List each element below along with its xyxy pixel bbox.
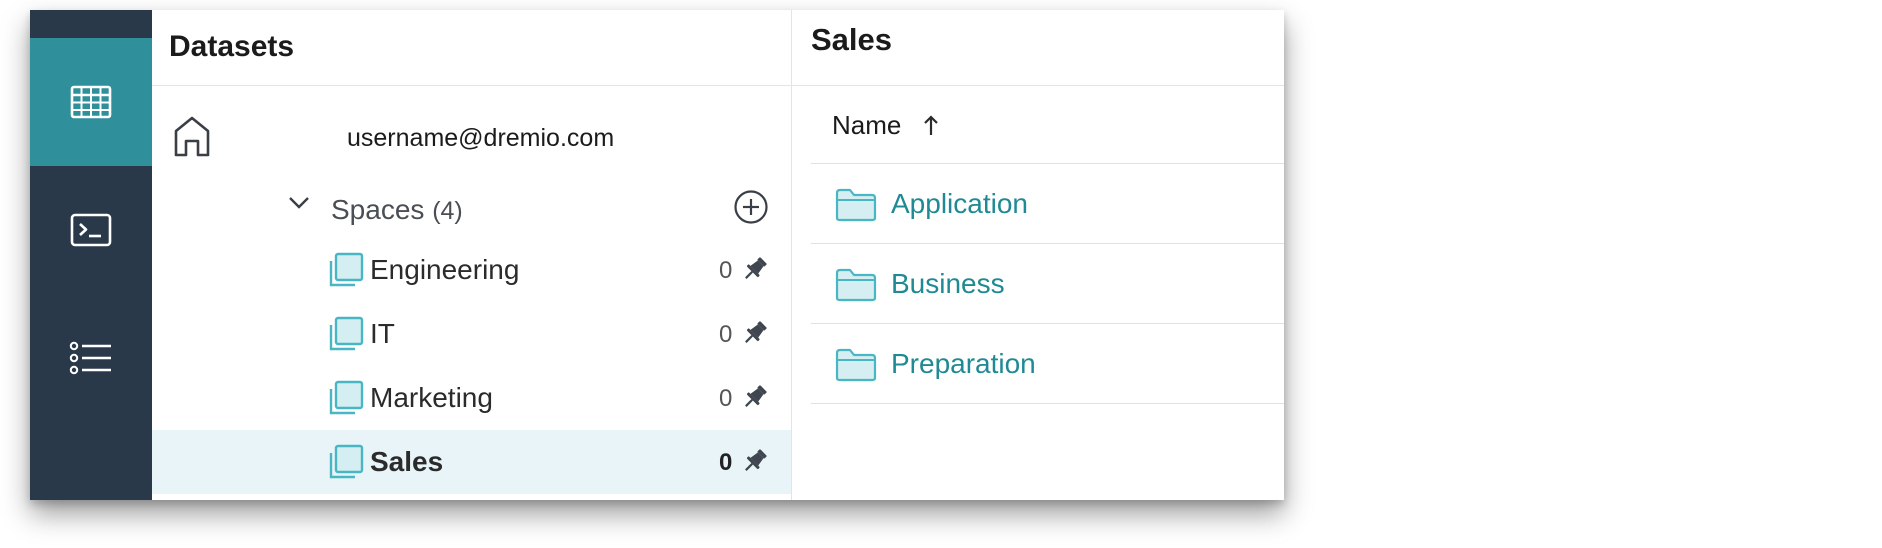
space-count: 0 bbox=[719, 257, 733, 284]
space-name: Sales bbox=[370, 446, 444, 477]
table-row[interactable]: Preparation bbox=[811, 324, 1284, 404]
spaces-count: (4) bbox=[432, 197, 463, 225]
folder-icon bbox=[835, 268, 877, 302]
panel-title: Datasets bbox=[152, 10, 791, 86]
terminal-icon bbox=[70, 213, 112, 247]
space-icon bbox=[329, 252, 364, 287]
table-row[interactable]: Business bbox=[811, 244, 1284, 324]
space-item[interactable]: IT 0 bbox=[152, 302, 791, 366]
home-space-item[interactable]: username@dremio.com bbox=[152, 110, 791, 166]
list-icon bbox=[69, 341, 111, 375]
folder-link[interactable]: Application bbox=[891, 188, 1028, 220]
app-window: Datasets username@dremio.com Spaces (4) … bbox=[30, 10, 1284, 500]
table-grid-icon bbox=[70, 85, 112, 119]
column-header-label: Name bbox=[832, 110, 902, 140]
space-item[interactable]: Marketing 0 bbox=[152, 366, 791, 430]
add-space-icon[interactable] bbox=[733, 189, 769, 225]
nav-rail bbox=[30, 10, 152, 500]
nav-item-sql-runner[interactable] bbox=[30, 166, 152, 294]
chevron-down-icon[interactable] bbox=[288, 196, 310, 210]
spaces-header[interactable]: Spaces (4) bbox=[152, 180, 791, 238]
pin-icon[interactable] bbox=[740, 446, 770, 476]
folder-link[interactable]: Preparation bbox=[891, 348, 1036, 380]
pin-icon[interactable] bbox=[740, 254, 770, 284]
space-count: 0 bbox=[719, 385, 733, 412]
space-name: IT bbox=[370, 318, 395, 349]
datasets-panel: Datasets username@dremio.com Spaces (4) … bbox=[152, 10, 792, 500]
spaces-label-text: Spaces bbox=[331, 194, 425, 225]
space-name: Marketing bbox=[370, 382, 493, 413]
space-item[interactable]: Sales 0 bbox=[152, 430, 791, 494]
pin-icon[interactable] bbox=[740, 382, 770, 412]
home-label: username@dremio.com bbox=[347, 123, 615, 152]
table-row[interactable]: Application bbox=[811, 164, 1284, 244]
space-name: Engineering bbox=[370, 254, 520, 285]
nav-item-jobs[interactable] bbox=[30, 294, 152, 422]
space-item[interactable]: Engineering 0 bbox=[152, 238, 791, 302]
space-count: 0 bbox=[719, 449, 733, 476]
folder-icon bbox=[835, 188, 877, 222]
pin-icon[interactable] bbox=[740, 318, 770, 348]
space-icon bbox=[329, 316, 364, 351]
space-icon bbox=[329, 444, 364, 479]
folder-icon bbox=[835, 348, 877, 382]
column-header-name[interactable]: Name bbox=[811, 86, 1284, 164]
sort-ascending-icon[interactable] bbox=[922, 114, 940, 136]
space-count: 0 bbox=[719, 321, 733, 348]
space-icon bbox=[329, 380, 364, 415]
nav-item-datasets[interactable] bbox=[30, 38, 152, 166]
home-icon bbox=[174, 116, 210, 157]
folder-link[interactable]: Business bbox=[891, 268, 1005, 300]
spaces-label: Spaces (4) bbox=[331, 194, 463, 226]
page-title: Sales bbox=[792, 10, 1284, 86]
contents-panel: Sales Name Application Business Preparatio… bbox=[792, 10, 1284, 500]
